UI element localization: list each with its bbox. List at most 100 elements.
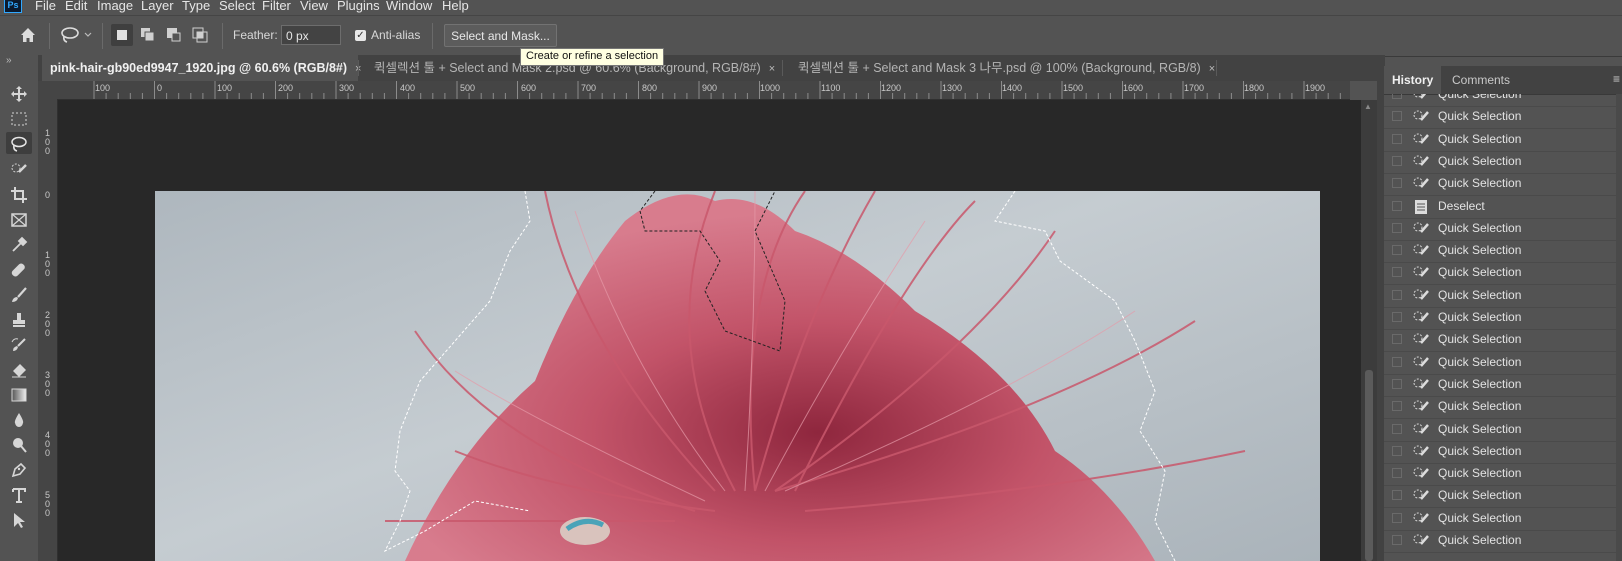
history-item[interactable]: Deselect: [1384, 195, 1616, 219]
menu-layer[interactable]: Layer: [141, 0, 174, 12]
history-brush-tool[interactable]: [6, 333, 32, 355]
photoshop-logo[interactable]: Ps: [4, 0, 22, 13]
menu-view[interactable]: View: [300, 0, 328, 12]
menu-type[interactable]: Type: [182, 0, 210, 12]
menu-window[interactable]: Window: [386, 0, 432, 12]
history-item[interactable]: Quick Selection: [1384, 373, 1616, 397]
snapshot-source-checkbox[interactable]: [1392, 133, 1402, 144]
eraser-tool[interactable]: [6, 358, 32, 380]
pen-tool[interactable]: [6, 458, 32, 480]
snapshot-source-checkbox[interactable]: [1392, 401, 1402, 412]
document-tabs: pink-hair-gb90ed9947_1920.jpg @ 60.6% (R…: [38, 55, 1380, 81]
crop-tool[interactable]: [6, 183, 32, 205]
menu-filter[interactable]: Filter: [262, 0, 291, 12]
gradient-tool[interactable]: [6, 383, 32, 405]
scrollbar-thumb[interactable]: [1365, 370, 1373, 561]
snapshot-source-checkbox[interactable]: [1392, 468, 1402, 479]
move-tool[interactable]: [6, 82, 32, 104]
horizontal-ruler[interactable]: 100 0 100 200 300 400 500 600 700 800 90…: [57, 81, 1350, 100]
snapshot-source-checkbox[interactable]: [1392, 490, 1402, 501]
blur-tool[interactable]: [6, 408, 32, 430]
quick-selection-icon: [1412, 421, 1430, 439]
history-item[interactable]: Quick Selection: [1384, 351, 1616, 375]
snapshot-source-checkbox[interactable]: [1392, 267, 1402, 278]
snapshot-source-checkbox[interactable]: [1392, 111, 1402, 122]
snapshot-source-checkbox[interactable]: [1392, 535, 1402, 545]
history-item[interactable]: Quick Selection: [1384, 105, 1616, 130]
vertical-ruler[interactable]: 100 0 100 200 300 400 500: [38, 99, 58, 561]
lasso-tool-preset-picker[interactable]: [58, 24, 96, 46]
history-item[interactable]: Quick Selection: [1384, 462, 1616, 487]
collapse-toolbar-icon[interactable]: »: [6, 55, 12, 66]
history-item-label: Quick Selection: [1438, 131, 1522, 146]
menu-plugins[interactable]: Plugins: [337, 0, 380, 12]
snapshot-source-checkbox[interactable]: [1392, 222, 1402, 233]
history-item[interactable]: Quick Selection: [1384, 507, 1616, 531]
eyedropper-tool[interactable]: [6, 233, 32, 255]
panel-menu-icon[interactable]: ≡: [1613, 72, 1620, 86]
menu-edit[interactable]: Edit: [65, 0, 87, 12]
snapshot-source-checkbox[interactable]: [1392, 378, 1402, 389]
type-tool[interactable]: [6, 483, 32, 505]
intersect-selection-button[interactable]: [189, 24, 211, 46]
home-button[interactable]: [17, 24, 39, 46]
subtract-from-selection-button[interactable]: [163, 24, 185, 46]
lasso-tool[interactable]: [6, 132, 32, 154]
menu-select[interactable]: Select: [219, 0, 255, 12]
snapshot-source-checkbox[interactable]: [1392, 245, 1402, 256]
snapshot-source-checkbox[interactable]: [1392, 155, 1402, 166]
brush-tool[interactable]: [6, 283, 32, 305]
snapshot-source-checkbox[interactable]: [1392, 445, 1402, 456]
select-and-mask-button[interactable]: Select and Mask...: [444, 24, 557, 47]
antialias-checkbox[interactable]: ✓: [355, 30, 366, 41]
menu-file[interactable]: File: [35, 0, 56, 12]
close-icon[interactable]: ×: [1209, 63, 1215, 75]
snapshot-source-checkbox[interactable]: [1392, 178, 1402, 189]
feather-input[interactable]: 0 px: [281, 25, 341, 45]
history-item[interactable]: Quick Selection: [1384, 128, 1616, 152]
snapshot-source-checkbox[interactable]: [1392, 94, 1402, 99]
panel-scrollbar[interactable]: [1616, 94, 1622, 561]
tab-select-mask-3[interactable]: 퀵셀렉션 툴 + Select and Mask 3 나무.psd @ 100%…: [788, 55, 1215, 81]
snapshot-source-checkbox[interactable]: [1392, 512, 1402, 523]
menu-image[interactable]: Image: [97, 0, 133, 12]
snapshot-source-checkbox[interactable]: [1392, 289, 1402, 300]
history-item[interactable]: Quick Selection: [1384, 395, 1616, 420]
clone-stamp-tool[interactable]: [6, 308, 32, 330]
history-item[interactable]: Quick Selection: [1384, 484, 1616, 509]
close-icon[interactable]: ×: [769, 63, 775, 75]
history-item[interactable]: Quick Selection: [1384, 440, 1616, 464]
path-selection-tool[interactable]: [6, 508, 32, 530]
scroll-up-icon[interactable]: ▲: [1364, 102, 1372, 111]
ruler-corner[interactable]: [38, 81, 57, 99]
history-item[interactable]: Quick Selection: [1384, 261, 1616, 286]
tab-comments[interactable]: Comments: [1444, 66, 1518, 94]
history-item[interactable]: Quick Selection: [1384, 306, 1616, 330]
new-selection-button[interactable]: [111, 24, 133, 46]
snapshot-source-checkbox[interactable]: [1392, 356, 1402, 367]
add-to-selection-button[interactable]: [137, 24, 159, 46]
menu-help[interactable]: Help: [442, 0, 469, 12]
history-item[interactable]: Quick Selection: [1384, 529, 1616, 553]
healing-brush-tool[interactable]: [6, 258, 32, 280]
history-item[interactable]: Quick Selection: [1384, 150, 1616, 174]
document-image[interactable]: [155, 191, 1320, 561]
snapshot-source-checkbox[interactable]: [1392, 312, 1402, 322]
vertical-scrollbar[interactable]: ▲: [1361, 100, 1377, 561]
frame-tool[interactable]: [6, 208, 32, 230]
history-item[interactable]: Quick Selection: [1384, 239, 1616, 264]
history-item[interactable]: Quick Selection: [1384, 172, 1616, 197]
history-item[interactable]: Quick Selection: [1384, 328, 1616, 353]
dodge-tool[interactable]: [6, 433, 32, 455]
quick-selection-tool[interactable]: [6, 158, 32, 180]
tab-history[interactable]: History: [1384, 66, 1442, 94]
marquee-tool[interactable]: [6, 107, 32, 129]
history-item[interactable]: Quick Selection: [1384, 284, 1616, 308]
tab-pink-hair[interactable]: pink-hair-gb90ed9947_1920.jpg @ 60.6% (R…: [42, 55, 361, 81]
snapshot-source-checkbox[interactable]: [1392, 200, 1402, 211]
snapshot-source-checkbox[interactable]: [1392, 334, 1402, 345]
history-item[interactable]: Quick Selection: [1384, 217, 1616, 241]
snapshot-source-checkbox[interactable]: [1392, 423, 1402, 434]
history-item[interactable]: Quick Selection: [1384, 418, 1616, 442]
quick-selection-icon: [1412, 309, 1430, 327]
